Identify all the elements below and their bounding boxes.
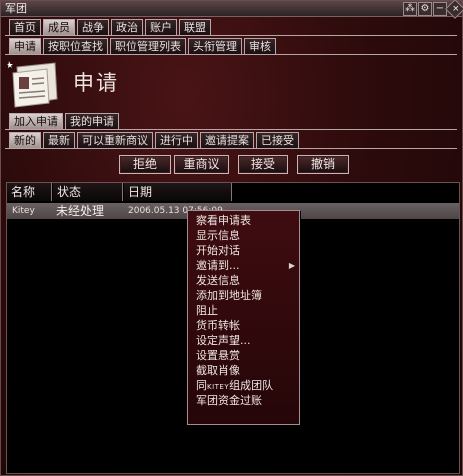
main-tabs: 首页 成员 战争 政治 账户 联盟 <box>9 19 213 35</box>
tab-new[interactable]: 新的 <box>9 132 41 148</box>
tab-members[interactable]: 成员 <box>43 19 75 35</box>
divider <box>5 35 457 36</box>
revoke-button[interactable]: 撤销 <box>297 155 349 174</box>
divider <box>5 148 457 149</box>
tab-auditing[interactable]: 审核 <box>244 38 276 54</box>
title-bar[interactable]: 军团 ⁂ ⚙ − + <box>1 0 463 19</box>
menu-item-form-fleet[interactable]: 同KITEY组成团队 <box>188 378 299 393</box>
application-type-tabs: 加入申请 我的申请 <box>9 113 121 129</box>
column-header-date[interactable]: 日期 <box>124 183 232 201</box>
menu-item-capture-portrait[interactable]: 截取肖像 <box>188 363 299 378</box>
tab-latest[interactable]: 最新 <box>43 132 75 148</box>
tab-invitation-proposals[interactable]: 邀请提案 <box>200 132 254 148</box>
column-header-name[interactable]: 名称 <box>7 183 52 201</box>
menu-item-target-name: KITEY <box>207 383 230 391</box>
tab-in-progress[interactable]: 进行中 <box>155 132 198 148</box>
page-title: 申请 <box>73 71 119 95</box>
tab-renegotiable[interactable]: 可以重新商议 <box>77 132 153 148</box>
divider <box>5 129 457 130</box>
corporation-window: 军团 ⁂ ⚙ − + 首页 成员 战争 政治 账户 联盟 申请 按职位查找 职位… <box>0 0 463 476</box>
window-title: 军团 <box>5 2 27 15</box>
tab-accepted[interactable]: 已接受 <box>256 132 299 148</box>
menu-item-corp-wallet-transfer[interactable]: 军团资金过账 <box>188 393 299 408</box>
tab-politics[interactable]: 政治 <box>111 19 143 35</box>
menu-item-start-conversation[interactable]: 开始对话 <box>188 243 299 258</box>
help-icon[interactable]: ⁂ <box>403 2 417 16</box>
reject-button[interactable]: 拒绝 <box>119 155 171 174</box>
menu-item-set-standing[interactable]: 设定声望... <box>188 333 299 348</box>
applicant-name: Kitey <box>12 206 35 216</box>
close-icon[interactable]: + <box>445 0 463 19</box>
menu-item-give-money[interactable]: 货币转帐 <box>188 318 299 333</box>
menu-item-block[interactable]: 阻止 <box>188 303 299 318</box>
renegotiate-button[interactable]: 重商议 <box>174 155 229 174</box>
menu-item-add-to-address-book[interactable]: 添加到地址簿 <box>188 288 299 303</box>
application-status: 未经处理 <box>56 204 105 218</box>
menu-item-label: 组成团队 <box>229 379 274 392</box>
menu-item-invite-to[interactable]: 邀请到... ▶ <box>188 258 299 273</box>
tab-join-applications[interactable]: 加入申请 <box>9 113 63 129</box>
tab-accounts[interactable]: 账户 <box>145 19 177 35</box>
status-filter-tabs: 新的 最新 可以重新商议 进行中 邀请提案 已接受 <box>9 132 301 148</box>
application-form-icon <box>7 61 58 108</box>
menu-item-label: 邀请到... <box>196 259 240 272</box>
tab-title-management[interactable]: 头衔管理 <box>188 38 242 54</box>
submenu-arrow-icon: ▶ <box>288 261 295 270</box>
menu-item-view-application[interactable]: 察看申请表 <box>188 213 299 228</box>
tab-applications[interactable]: 申请 <box>9 38 41 54</box>
accept-button[interactable]: 接受 <box>238 155 288 174</box>
sub-tabs: 申请 按职位查找 职位管理列表 头衔管理 审核 <box>9 38 278 54</box>
tab-my-applications[interactable]: 我的申请 <box>65 113 119 129</box>
divider <box>5 54 457 55</box>
menu-item-label: 同 <box>196 379 207 392</box>
column-header-status[interactable]: 状态 <box>53 183 123 201</box>
menu-item-show-info[interactable]: 显示信息 <box>188 228 299 243</box>
tab-home[interactable]: 首页 <box>9 19 41 35</box>
menu-item-send-message[interactable]: 发送信息 <box>188 273 299 288</box>
menu-item-place-bounty[interactable]: 设置悬赏 <box>188 348 299 363</box>
tab-alliances[interactable]: 联盟 <box>179 19 211 35</box>
tab-war[interactable]: 战争 <box>77 19 109 35</box>
tab-find-by-role[interactable]: 按职位查找 <box>43 38 108 54</box>
tab-role-management[interactable]: 职位管理列表 <box>110 38 186 54</box>
context-menu: 察看申请表 显示信息 开始对话 邀请到... ▶ 发送信息 添加到地址簿 阻止 … <box>187 210 300 425</box>
gear-icon[interactable]: ⚙ <box>418 2 432 16</box>
